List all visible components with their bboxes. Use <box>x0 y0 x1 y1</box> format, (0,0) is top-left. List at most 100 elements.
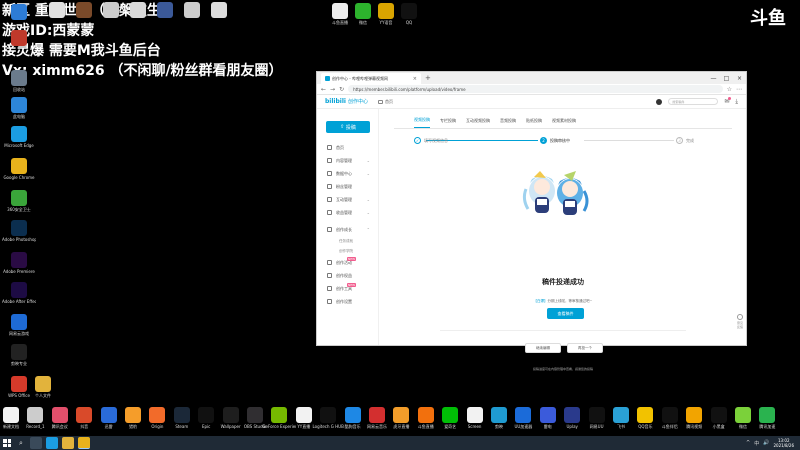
favorite-icon[interactable]: ☆ <box>727 86 732 93</box>
sidebar-sub-tasks[interactable]: 任务成就 <box>317 236 378 246</box>
desktop-icon-bottom-2-icon <box>51 407 68 423</box>
sidebar-item-4[interactable]: 互动管理 ⌄ <box>317 193 378 206</box>
upload-main: 视频投稿 专栏投稿 互动视频投稿 音频投稿 贴纸投稿 视频素材投稿 ✓ 填写视频信息 2 投稿审… <box>380 109 746 371</box>
feedback-button[interactable]: 意见反馈 <box>736 314 744 329</box>
sidebar-more-item-3[interactable]: 创作设置 <box>317 295 378 308</box>
desktop-icon-bottom-18-icon <box>442 407 459 423</box>
sidebar-item-5[interactable]: 收益管理 ⌄ <box>317 206 378 219</box>
browser-tab[interactable]: 创作中心 - 哔哩哔哩弹幕视频网 × <box>321 73 421 84</box>
sidebar-item-3[interactable]: 粉丝管理 <box>317 180 378 193</box>
desktop-icon-left-9[interactable]: Adobe After Effects 2020 <box>2 282 36 304</box>
sidebar-item-1[interactable]: 内容管理 ⌄ <box>317 154 378 167</box>
upload-button[interactable]: ⇧ 投稿 <box>326 121 370 133</box>
douyu-watermark: 斗鱼 <box>750 8 786 29</box>
desktop-icon-top-5-icon <box>184 2 200 18</box>
sidebar-item-growth[interactable]: 创作成长 ⌃ <box>317 223 378 236</box>
new-tab-button[interactable]: + <box>425 74 431 82</box>
tab-4[interactable]: 贴纸投稿 <box>526 118 542 128</box>
desktop-icon-bottom-10-icon <box>247 407 263 423</box>
bottom-hint: 投稿进度可在内容管理中查看，感谢您的投稿 <box>532 367 593 371</box>
desktop-icon-bottom-31-icon <box>759 407 776 423</box>
sidebar-icon <box>327 171 332 176</box>
download-icon[interactable]: ⤓ <box>735 98 738 106</box>
step-label: 投稿审核中 <box>550 137 570 143</box>
desktop-icon-label: 剪映专业 <box>11 361 27 366</box>
reload-icon[interactable]: ↻ <box>339 86 344 93</box>
desktop-icon-left-8[interactable]: Adobe Premiere <box>2 252 36 274</box>
view-manuscript-button[interactable]: 查看稿件 <box>547 308 584 319</box>
clock[interactable]: 13:02 2021/8/26 <box>773 438 794 448</box>
sidebar-item-label: 创作成长 <box>336 226 352 232</box>
system-tray: ^ 中 🔊 13:02 2021/8/26 <box>746 438 800 448</box>
sidebar-item-label: 首页 <box>336 144 344 150</box>
tab-1[interactable]: 专栏投稿 <box>440 118 456 128</box>
browser-menu-icon[interactable]: ⋯ <box>736 86 742 93</box>
sidebar-icon <box>327 286 332 291</box>
desktop-icon-left-1[interactable] <box>2 30 36 47</box>
forward-icon[interactable]: → <box>330 86 335 93</box>
feedback-label: 意见反馈 <box>736 321 743 329</box>
desktop-icon-label: 腾讯加速 <box>759 424 776 429</box>
minimize-button[interactable]: — <box>707 75 720 82</box>
desktop-icon-left-0[interactable] <box>2 4 36 21</box>
message-icon[interactable]: ✉ <box>724 97 732 105</box>
desktop-icon-label: QQ <box>405 20 413 25</box>
desktop-icon-left-3[interactable]: 此电脑 <box>2 97 36 119</box>
desktop-icon-top-4-icon <box>157 2 173 18</box>
search-input[interactable]: 搜索稿件 <box>668 98 719 105</box>
edge-taskbar-icon[interactable] <box>46 437 58 449</box>
sidebar-icon <box>327 210 332 215</box>
desktop-icon-left-2[interactable]: 回收站 <box>2 70 36 92</box>
desktop-icon-left-5[interactable]: Google Chrome <box>2 158 36 180</box>
desktop-icon-left-10[interactable]: 网易云游戏 <box>2 314 36 336</box>
tray-expand-icon[interactable]: ^ <box>746 440 750 446</box>
sidebar-more-item-2[interactable]: 创作工具 NEW <box>317 282 378 295</box>
desktop-icon-bottom-30-icon <box>735 407 751 423</box>
success-title: 稿件投递成功 <box>542 278 584 286</box>
desktop-icon-top-6[interactable] <box>202 2 236 19</box>
divider <box>440 330 686 331</box>
upload-again-button[interactable]: 再投一个 <box>567 343 603 353</box>
desktop-icon-bottom-13-icon <box>320 407 337 423</box>
explorer-taskbar-icon[interactable] <box>62 437 74 449</box>
ime-indicator[interactable]: 中 <box>754 440 759 447</box>
tab-5[interactable]: 视频素材投稿 <box>552 118 576 128</box>
close-window-button[interactable]: × <box>733 75 746 82</box>
desktop-icon-left-6[interactable]: 360安全卫士 <box>2 190 36 212</box>
bilibili-tab-icon <box>325 76 330 81</box>
sidebar-item-2[interactable]: 数据中心 ⌄ <box>317 167 378 180</box>
chrome-taskbar-icon[interactable] <box>78 437 90 449</box>
sidebar-more-item-0[interactable]: 创作活动 NEW <box>317 256 378 269</box>
tab-0[interactable]: 视频投稿 <box>414 117 430 128</box>
desktop-icon-left-13[interactable]: 个人文件 <box>26 376 60 398</box>
desktop-icon-topmid-3[interactable]: QQ <box>392 3 426 25</box>
sidebar-item-0[interactable]: 首页 <box>317 141 378 154</box>
sidebar-sub-academy[interactable]: 创作学院 <box>317 246 378 256</box>
continue-edit-button[interactable]: 继续编辑 <box>525 343 561 353</box>
mascot-illustration <box>522 171 589 224</box>
tab-2[interactable]: 互动视频投稿 <box>466 118 490 128</box>
sidebar-more-item-1[interactable]: 创作权益 <box>317 269 378 282</box>
bilibili-logo[interactable]: bilibili <box>325 98 346 105</box>
desktop-icon-left-7[interactable]: Adobe Photoshop <box>2 220 36 242</box>
volume-icon[interactable]: 🔊 <box>763 440 769 446</box>
desktop-icon-left-12-icon <box>11 376 27 392</box>
desktop-icon-left-3-icon <box>11 97 27 113</box>
search-icon[interactable]: ⌕ <box>14 439 28 448</box>
maximize-button[interactable]: □ <box>720 75 733 82</box>
start-button[interactable] <box>0 436 14 450</box>
desktop-icon-left-11[interactable]: 剪映专业 <box>2 344 36 366</box>
taskview-icon[interactable] <box>30 437 42 449</box>
avatar[interactable] <box>656 98 663 105</box>
chevron-up-icon: ⌃ <box>366 227 370 232</box>
desktop-icon-bottom-7-icon <box>173 407 190 423</box>
desktop-icon-label: Adobe After Effects 2020 <box>2 299 36 304</box>
tab-3[interactable]: 音频投稿 <box>500 118 516 128</box>
desktop-icon-bottom-31[interactable]: 腾讯加速 <box>750 407 784 429</box>
home-link[interactable]: 首页 <box>377 99 393 105</box>
desktop-icon-label: 回收站 <box>13 87 25 92</box>
back-icon[interactable]: ← <box>321 86 326 93</box>
desktop-icon-left-4[interactable]: Microsoft Edge <box>2 126 36 148</box>
address-bar[interactable]: https://member.bilibili.com/platform/upl… <box>348 85 723 93</box>
tab-close-icon[interactable]: × <box>413 76 417 82</box>
